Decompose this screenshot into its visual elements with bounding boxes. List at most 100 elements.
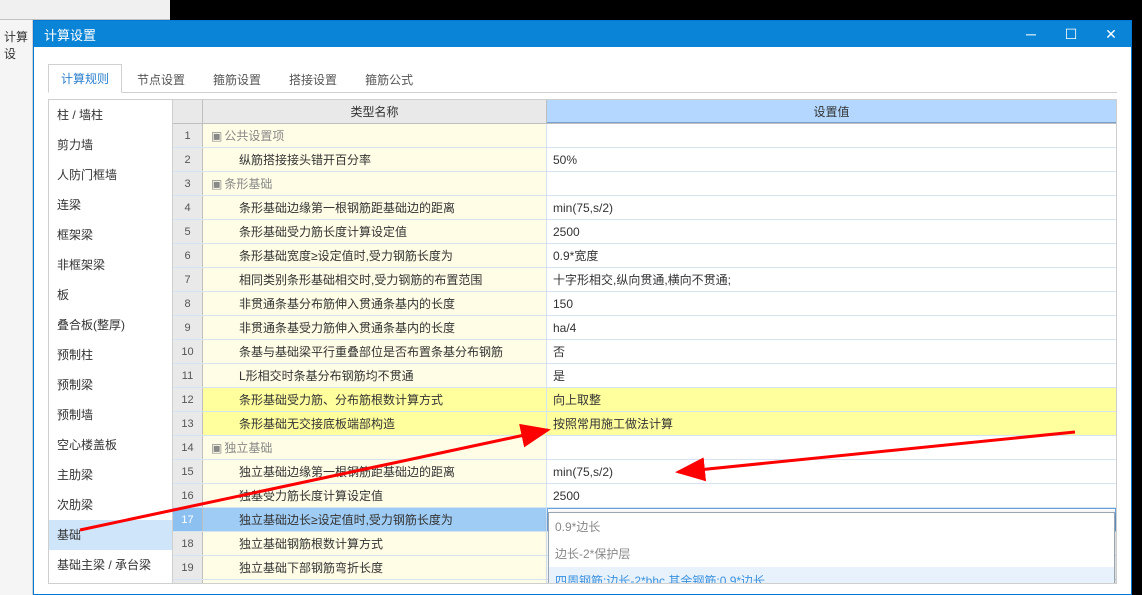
grid-row[interactable]: 5条形基础受力筋长度计算设定值2500 <box>173 220 1116 244</box>
section-toggle-icon[interactable]: ▣ <box>211 436 221 459</box>
tab-3[interactable]: 搭接设置 <box>276 65 350 93</box>
row-number: 15 <box>173 460 203 483</box>
section-toggle-icon[interactable]: ▣ <box>211 124 221 147</box>
row-number: 8 <box>173 292 203 315</box>
category-item[interactable]: 叠合板(整厚) <box>49 310 172 340</box>
row-number: 2 <box>173 148 203 171</box>
row-value[interactable]: 是 <box>547 364 1116 387</box>
grid-section-row[interactable]: 14▣ 独立基础 <box>173 436 1116 460</box>
grid-section-row[interactable]: 3▣ 条形基础 <box>173 172 1116 196</box>
row-value[interactable]: 2500 <box>547 484 1116 507</box>
row-value[interactable]: 按照常用施工做法计算 <box>547 412 1116 435</box>
row-type-name: 条形基础无交接底板端部构造 <box>203 412 547 435</box>
grid-row[interactable]: 11L形相交时条基分布钢筋均不贯通是 <box>173 364 1116 388</box>
category-item[interactable]: 框架梁 <box>49 220 172 250</box>
row-number: 18 <box>173 532 203 555</box>
grid-row[interactable]: 2纵筋搭接接头错开百分率50% <box>173 148 1116 172</box>
dropdown-option[interactable]: 0.9*边长 <box>549 513 1114 540</box>
category-item[interactable]: 剪力墙 <box>49 130 172 160</box>
row-number: 13 <box>173 412 203 435</box>
row-type-name: 条形基础边缘第一根钢筋距基础边的距离 <box>203 196 547 219</box>
row-value <box>547 124 1116 147</box>
grid-section-row[interactable]: 1▣ 公共设置项 <box>173 124 1116 148</box>
tab-1[interactable]: 节点设置 <box>124 65 198 93</box>
row-value[interactable]: 50% <box>547 148 1116 171</box>
grid-row[interactable]: 4条形基础边缘第一根钢筋距基础边的距离min(75,s/2) <box>173 196 1116 220</box>
grid-row[interactable]: 13条形基础无交接底板端部构造按照常用施工做法计算 <box>173 412 1116 436</box>
row-number: 20 <box>173 580 203 583</box>
tab-4[interactable]: 箍筋公式 <box>352 65 426 93</box>
row-value[interactable]: ha/4 <box>547 316 1116 339</box>
category-item[interactable]: 基础 <box>49 520 172 550</box>
grid-header-value[interactable]: 设置值 <box>547 100 1116 123</box>
tab-0[interactable]: 计算规则 <box>48 64 122 93</box>
row-value[interactable]: 否 <box>547 340 1116 363</box>
app-toolbar-strip <box>0 0 170 20</box>
row-value <box>547 172 1116 195</box>
row-value <box>547 436 1116 459</box>
row-number: 4 <box>173 196 203 219</box>
category-item[interactable]: 人防门框墙 <box>49 160 172 190</box>
row-value[interactable]: 十字形相交,纵向贯通,横向不贯通; <box>547 268 1116 291</box>
row-type-name: ▣ 公共设置项 <box>203 124 547 147</box>
row-value[interactable]: 2500 <box>547 220 1116 243</box>
grid-row[interactable]: 7相同类别条形基础相交时,受力钢筋的布置范围十字形相交,纵向贯通,横向不贯通; <box>173 268 1116 292</box>
grid-body: 1▣ 公共设置项2纵筋搭接接头错开百分率50%3▣ 条形基础4条形基础边缘第一根… <box>173 124 1116 583</box>
category-item[interactable]: 板 <box>49 280 172 310</box>
app-left-panel: 计算设 <box>0 20 33 595</box>
category-item[interactable]: 预制墙 <box>49 400 172 430</box>
row-type-name: ▣ 条形基础 <box>203 172 547 195</box>
row-value[interactable]: 0.9*宽度 <box>547 244 1116 267</box>
grid-row[interactable]: 8非贯通条基分布筋伸入贯通条基内的长度150 <box>173 292 1116 316</box>
row-number: 11 <box>173 364 203 387</box>
row-number: 10 <box>173 340 203 363</box>
background-canvas-strip <box>1132 58 1142 595</box>
tab-2[interactable]: 箍筋设置 <box>200 65 274 93</box>
calc-settings-dialog: 计算设置 ─ ☐ ✕ 计算规则节点设置箍筋设置搭接设置箍筋公式 柱 / 墙柱剪力… <box>33 20 1132 595</box>
row-type-name: 条基与基础梁平行重叠部位是否布置条基分布钢筋 <box>203 340 547 363</box>
row-value[interactable]: min(75,s/2) <box>547 460 1116 483</box>
category-item[interactable]: 主肋梁 <box>49 460 172 490</box>
section-toggle-icon[interactable]: ▣ <box>211 172 221 195</box>
row-number: 19 <box>173 556 203 579</box>
row-number: 14 <box>173 436 203 459</box>
app-left-label: 计算设 <box>4 28 32 62</box>
grid-row[interactable]: 16独基受力筋长度计算设定值2500 <box>173 484 1116 508</box>
category-item[interactable]: 基础次梁 <box>49 580 172 583</box>
grid-row[interactable]: 10条基与基础梁平行重叠部位是否布置条基分布钢筋否 <box>173 340 1116 364</box>
row-type-name: 独立基础边长≥设定值时,受力钢筋长度为 <box>203 508 547 531</box>
value-dropdown: 0.9*边长边长-2*保护层四周钢筋:边长-2*bhc,其余钢筋:0.9*边长0… <box>548 512 1115 583</box>
maximize-button[interactable]: ☐ <box>1051 21 1091 47</box>
grid-row[interactable]: 9非贯通条基受力筋伸入贯通条基内的长度ha/4 <box>173 316 1116 340</box>
category-item[interactable]: 预制梁 <box>49 370 172 400</box>
category-item[interactable]: 空心楼盖板 <box>49 430 172 460</box>
dropdown-option[interactable]: 四周钢筋:边长-2*bhc,其余钢筋:0.9*边长 <box>549 567 1114 583</box>
row-type-name: 条形基础宽度≥设定值时,受力钢筋长度为 <box>203 244 547 267</box>
row-number: 6 <box>173 244 203 267</box>
grid-row[interactable]: 15独立基础边缘第一根钢筋距基础边的距离min(75,s/2) <box>173 460 1116 484</box>
category-item[interactable]: 基础主梁 / 承台梁 <box>49 550 172 580</box>
dropdown-option[interactable]: 边长-2*保护层 <box>549 540 1114 567</box>
row-value[interactable]: 150 <box>547 292 1116 315</box>
category-item[interactable]: 次肋梁 <box>49 490 172 520</box>
row-number: 1 <box>173 124 203 147</box>
category-item[interactable]: 柱 / 墙柱 <box>49 100 172 130</box>
row-type-name: 独立基础钢筋根数计算方式 <box>203 532 547 555</box>
row-value[interactable]: min(75,s/2) <box>547 196 1116 219</box>
minimize-button[interactable]: ─ <box>1011 21 1051 47</box>
close-button[interactable]: ✕ <box>1091 21 1131 47</box>
row-number: 9 <box>173 316 203 339</box>
category-item[interactable]: 预制柱 <box>49 340 172 370</box>
category-item[interactable]: 非框架梁 <box>49 250 172 280</box>
row-type-name: 条形基础受力筋长度计算设定值 <box>203 220 547 243</box>
row-number: 5 <box>173 220 203 243</box>
row-type-name: 条形基础受力筋、分布筋根数计算方式 <box>203 388 547 411</box>
category-item[interactable]: 连梁 <box>49 190 172 220</box>
grid-row[interactable]: 6条形基础宽度≥设定值时,受力钢筋长度为0.9*宽度 <box>173 244 1116 268</box>
row-type-name: ▣ 独立基础 <box>203 436 547 459</box>
settings-grid: 类型名称 设置值 1▣ 公共设置项2纵筋搭接接头错开百分率50%3▣ 条形基础4… <box>173 100 1116 583</box>
row-value[interactable]: 向上取整 <box>547 388 1116 411</box>
main-content: 柱 / 墙柱剪力墙人防门框墙连梁框架梁非框架梁板叠合板(整厚)预制柱预制梁预制墙… <box>48 99 1117 584</box>
grid-row[interactable]: 12条形基础受力筋、分布筋根数计算方式向上取整 <box>173 388 1116 412</box>
row-type-name: L形相交时条基分布钢筋均不贯通 <box>203 364 547 387</box>
